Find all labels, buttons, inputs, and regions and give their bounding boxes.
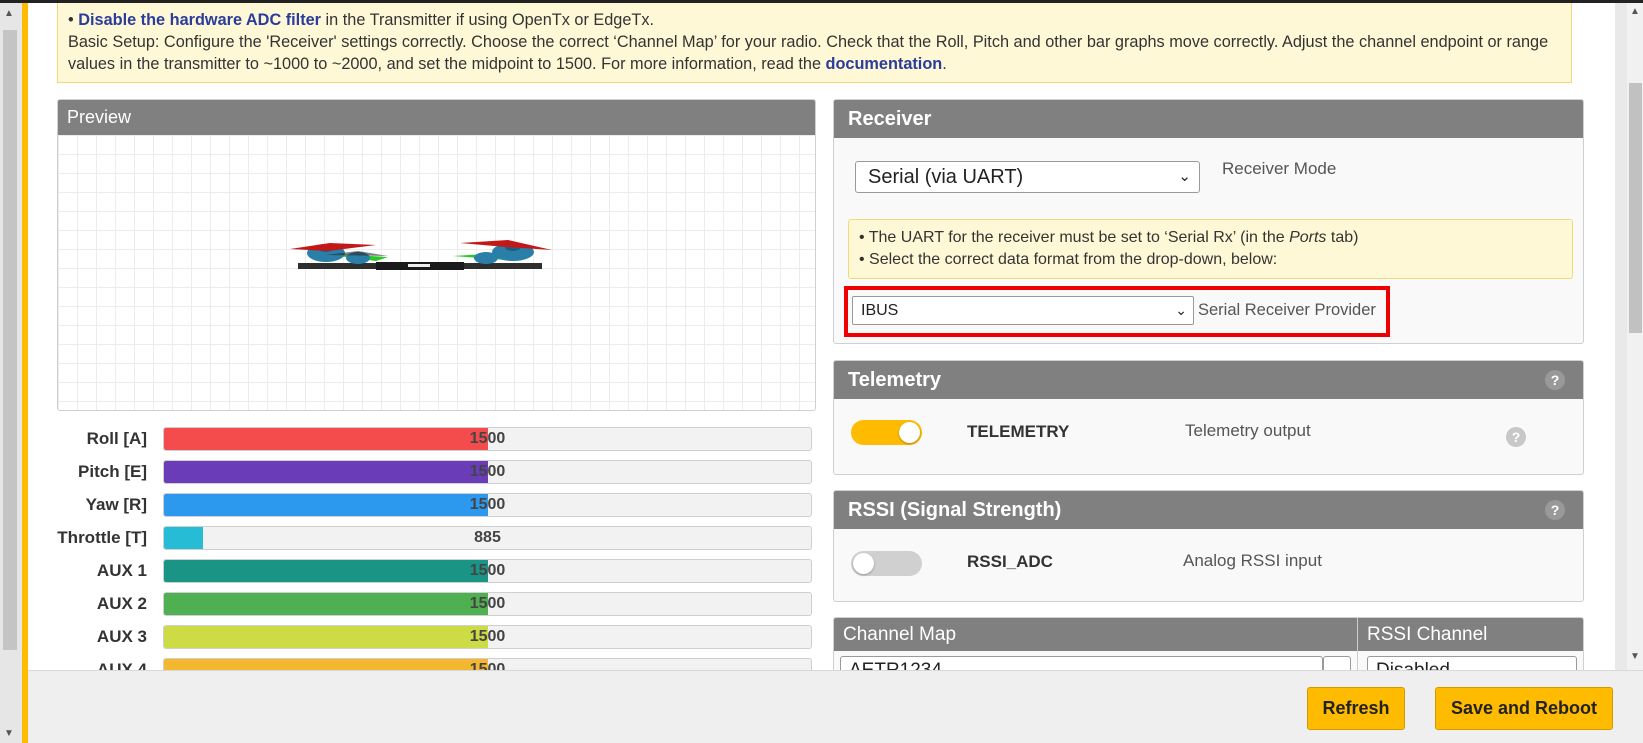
chevron-down-icon: ⌄ <box>1331 657 1343 670</box>
channel-map-header: Channel Map RSSI Channel <box>834 618 1583 651</box>
note-line2: Basic Setup: Configure the 'Receiver' se… <box>68 33 1549 73</box>
toggle-knob <box>853 553 874 574</box>
channel-bar-track: 1500 <box>163 592 812 616</box>
left-scrollbar-thumb[interactable] <box>3 30 17 650</box>
receiver-mode-value: Serial (via UART) <box>868 166 1024 188</box>
note-line1-rest: in the Transmitter if using OpenTx or Ed… <box>321 11 655 29</box>
channel-map-panel: Channel Map RSSI Channel AETR1234 ⌄ Disa… <box>833 617 1584 670</box>
preview-title: Preview <box>58 100 815 135</box>
receiver-note: • The UART for the receiver must be set … <box>848 219 1573 279</box>
serial-provider-label: Serial Receiver Provider <box>1198 301 1376 319</box>
telemetry-title: Telemetry <box>834 361 1583 399</box>
channel-bar-track: 885 <box>163 526 812 550</box>
rssi-panel: RSSI (Signal Strength) ? RSSI_ADC Analog… <box>833 490 1584 602</box>
refresh-button[interactable]: Refresh <box>1307 687 1405 730</box>
chevron-down-icon: ⌄ <box>1175 302 1187 318</box>
channel-bar-track: 1500 <box>163 559 812 583</box>
rssi-description: Analog RSSI input <box>1183 551 1322 570</box>
rx-note-line1-a: • The UART for the receiver must be set … <box>859 229 1290 246</box>
channel-bar-row: AUX 4 1500 <box>28 658 818 670</box>
channel-map-input[interactable]: AETR1234 <box>840 656 1323 670</box>
chevron-down-icon: ⌄ <box>1556 657 1568 670</box>
adc-filter-warning: Disable the hardware ADC filter <box>78 11 322 29</box>
channel-value: 885 <box>474 529 501 546</box>
channel-label: AUX 2 <box>96 594 147 613</box>
channel-value: 1500 <box>469 562 506 579</box>
channel-bar-row: Roll [A] 1500 <box>28 427 818 451</box>
telemetry-panel: Telemetry ? TELEMETRY Telemetry output ? <box>833 360 1584 475</box>
channel-bar-row: Pitch [E] 1500 <box>28 460 818 484</box>
channel-bar-row: AUX 1 1500 <box>28 559 818 583</box>
rssi-feature-name: RSSI_ADC <box>967 552 1053 571</box>
left-scroll-up-icon[interactable]: ▲ <box>4 8 14 19</box>
receiver-mode-label: Receiver Mode <box>1222 159 1337 178</box>
ports-tab-ref: Ports <box>1289 229 1327 246</box>
rssi-title: RSSI (Signal Strength) <box>834 491 1583 529</box>
provider-highlight-box: IBUS ⌄ Serial Receiver Provider <box>844 286 1390 337</box>
footer-toolbar: Refresh Save and Reboot <box>28 670 1643 743</box>
channel-bar-track: 1500 <box>163 658 812 670</box>
receiver-panel: Receiver Serial (via UART) ⌄ Receiver Mo… <box>833 99 1584 344</box>
channel-value: 1500 <box>469 430 506 447</box>
save-and-reboot-button[interactable]: Save and Reboot <box>1435 687 1613 730</box>
channel-bar-row: Yaw [R] 1500 <box>28 493 818 517</box>
channel-map-dropdown[interactable]: ⌄ <box>1323 656 1351 670</box>
right-scroll-up-icon[interactable]: ▲ <box>1630 6 1640 17</box>
toggle-knob <box>899 422 920 443</box>
right-scroll-down-icon[interactable]: ▼ <box>1630 651 1640 662</box>
bullet: • <box>68 11 74 29</box>
receiver-title: Receiver <box>834 100 1583 138</box>
rx-note-line2: • Select the correct data format from th… <box>859 251 1278 268</box>
quadcopter-model <box>290 240 552 270</box>
help-icon[interactable]: ? <box>1545 500 1565 520</box>
telemetry-feature-name: TELEMETRY <box>967 422 1070 441</box>
rssi-adc-toggle[interactable] <box>851 551 922 576</box>
channel-map-value: AETR1234 <box>849 660 942 670</box>
channel-label: AUX 4 <box>96 660 147 670</box>
note-line2-end: . <box>942 55 947 73</box>
help-icon[interactable]: ? <box>1506 427 1526 447</box>
rx-note-line1-b: tab) <box>1326 229 1359 246</box>
channel-bar-track: 1500 <box>163 460 812 484</box>
rssi-channel-title: RSSI Channel <box>1367 624 1488 645</box>
telemetry-description: Telemetry output <box>1185 421 1311 440</box>
channel-value: 1500 <box>469 595 506 612</box>
telemetry-toggle[interactable] <box>851 420 922 445</box>
help-icon[interactable]: ? <box>1545 370 1565 390</box>
channel-label: Throttle [T] <box>57 528 147 547</box>
serial-provider-select[interactable]: IBUS ⌄ <box>852 296 1194 325</box>
documentation-link[interactable]: documentation <box>826 55 943 73</box>
channel-label: AUX 1 <box>96 561 147 580</box>
serial-provider-value: IBUS <box>861 302 899 319</box>
rssi-channel-value: Disabled <box>1376 660 1450 670</box>
channel-value: 1500 <box>469 496 506 513</box>
chevron-down-icon: ⌄ <box>1178 168 1191 185</box>
left-scroll-down-icon[interactable]: ▼ <box>4 728 14 739</box>
channel-value: 1500 <box>469 628 506 645</box>
channel-value: 1500 <box>469 463 506 480</box>
channel-value: 1500 <box>469 661 506 670</box>
channel-bar-track: 1500 <box>163 493 812 517</box>
channel-label: Pitch [E] <box>78 462 147 481</box>
channel-bar-row: AUX 2 1500 <box>28 592 818 616</box>
channel-label: Yaw [R] <box>85 495 147 514</box>
model-preview-canvas <box>58 135 815 410</box>
rssi-channel-select[interactable]: Disabled ⌄ <box>1367 656 1577 670</box>
receiver-mode-select[interactable]: Serial (via UART) ⌄ <box>855 161 1200 193</box>
channel-bar-track: 1500 <box>163 427 812 451</box>
column-divider <box>1357 618 1358 670</box>
channel-label: AUX 3 <box>96 627 147 646</box>
channel-map-title: Channel Map <box>843 624 957 645</box>
channel-bar-row: Throttle [T] 885 <box>28 526 818 550</box>
setup-note: • Disable the hardware ADC filter in the… <box>57 3 1572 83</box>
main-content: • Disable the hardware ADC filter in the… <box>28 3 1615 670</box>
channel-bar-track: 1500 <box>163 625 812 649</box>
preview-panel: Preview <box>57 99 816 411</box>
right-scrollbar-thumb[interactable] <box>1629 83 1642 333</box>
channel-bar-row: AUX 3 1500 <box>28 625 818 649</box>
channel-label: Roll [A] <box>86 429 147 448</box>
